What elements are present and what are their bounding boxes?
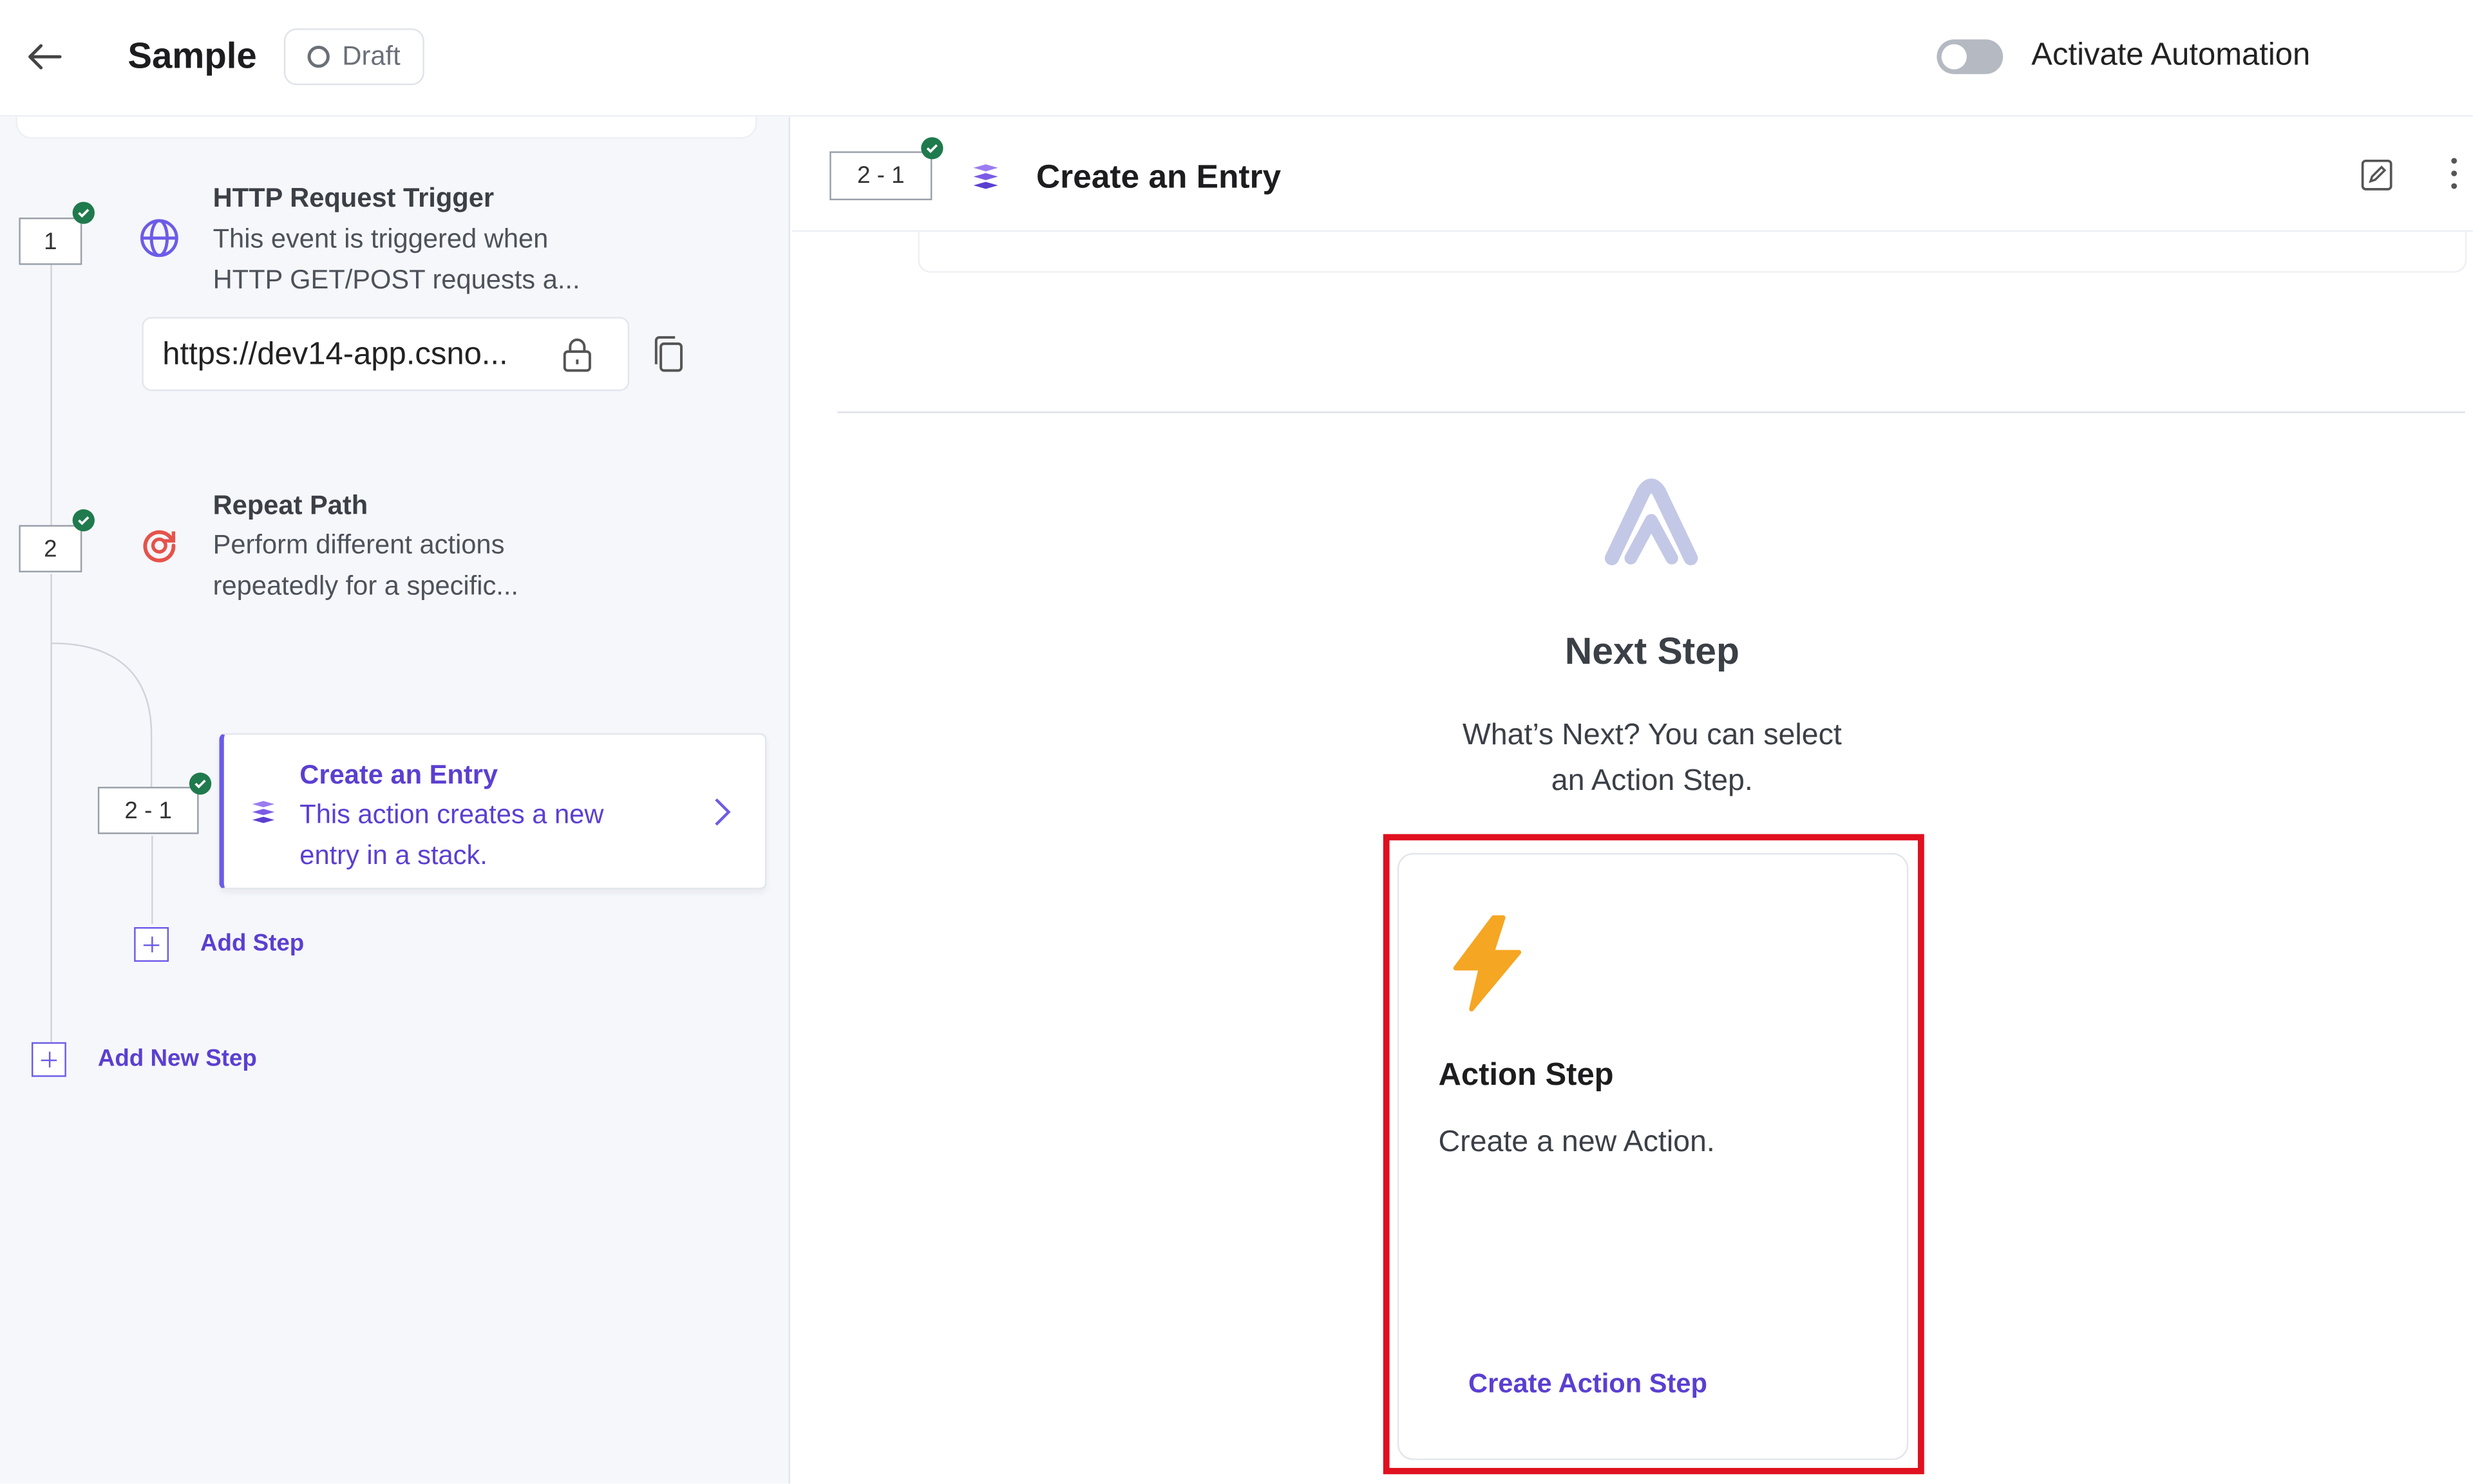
activate-automation-label: Activate Automation: [2031, 37, 2311, 73]
more-options-icon[interactable]: [2445, 155, 2463, 193]
step-config-card-edge: [918, 232, 2467, 273]
substep-desc: This action creates a new entry in a sta…: [299, 794, 603, 876]
step-1-title[interactable]: HTTP Request Trigger: [213, 183, 494, 214]
connector-line: [50, 265, 52, 527]
draft-status-badge: Draft: [283, 28, 424, 86]
chevron-right-icon: [715, 798, 731, 826]
substep-number: 2 - 1: [97, 787, 199, 834]
step-1-number: 1: [19, 217, 82, 265]
substep-title: Create an Entry: [299, 760, 498, 790]
repeat-path-icon: [143, 530, 176, 563]
edit-icon[interactable]: [2360, 158, 2394, 193]
lightning-bolt-icon: [1453, 915, 1522, 1012]
detail-title: Create an Entry: [1036, 159, 1282, 196]
add-new-step-link[interactable]: Add New Step: [98, 1046, 257, 1073]
action-step-title: Action Step: [1438, 1058, 1614, 1093]
action-step-card[interactable]: Action Step Create a new Action. Create …: [1397, 852, 1909, 1460]
substep-check-icon: [189, 773, 212, 795]
previous-card-edge: [15, 117, 757, 139]
stack-icon: [252, 801, 275, 823]
step-1-desc-line1: This event is triggered when: [213, 223, 549, 254]
step-2-desc-line2: repeatedly for a specific...: [213, 570, 519, 601]
action-step-desc: Create a new Action.: [1438, 1125, 1715, 1160]
copy-icon[interactable]: [650, 334, 688, 375]
automate-logo-icon: [1604, 478, 1698, 565]
automation-title: Sample: [128, 34, 257, 76]
step-2-check-icon: [72, 509, 95, 532]
webhook-url-text: https://dev14-app.csno...: [162, 337, 508, 372]
section-divider: [837, 411, 2465, 413]
stack-icon: [973, 164, 998, 189]
substep-desc-line2: entry in a stack.: [299, 840, 488, 870]
detail-step-number: 2 - 1: [829, 151, 933, 201]
connector-line: [151, 835, 153, 925]
draft-circle-icon: [307, 46, 330, 68]
next-step-desc: What’s Next? You can select an Action St…: [1404, 713, 1900, 804]
webhook-url-field[interactable]: https://dev14-app.csno...: [142, 317, 630, 391]
next-step-desc-line1: What’s Next? You can select: [1462, 719, 1842, 753]
create-action-step-link[interactable]: Create Action Step: [1468, 1369, 1707, 1400]
globe-icon: [140, 219, 178, 258]
add-step-link[interactable]: Add Step: [200, 930, 304, 957]
detail-check-icon: [921, 137, 943, 160]
step-1-desc-line2: HTTP GET/POST requests a...: [213, 265, 580, 295]
draft-status-label: Draft: [342, 41, 401, 71]
add-step-plus-icon[interactable]: [134, 927, 169, 962]
lock-icon: [563, 338, 591, 372]
next-step-desc-line2: an Action Step.: [1551, 764, 1753, 798]
branch-connector: [52, 642, 153, 792]
back-arrow-icon[interactable]: [22, 35, 66, 79]
step-1-check-icon: [72, 202, 95, 224]
activate-automation-toggle[interactable]: [1937, 39, 2004, 75]
next-step-title: Next Step: [1564, 630, 1739, 673]
substep-desc-line1: This action creates a new: [299, 799, 604, 830]
create-entry-step-card[interactable]: Create an Entry This action creates a ne…: [219, 733, 767, 890]
step-2-number: 2: [19, 525, 82, 572]
step-2-desc-line1: Perform different actions: [213, 529, 505, 560]
add-new-step-plus-icon[interactable]: [31, 1042, 66, 1077]
toggle-knob: [1941, 44, 1967, 70]
step-2-title[interactable]: Repeat Path: [213, 491, 368, 522]
